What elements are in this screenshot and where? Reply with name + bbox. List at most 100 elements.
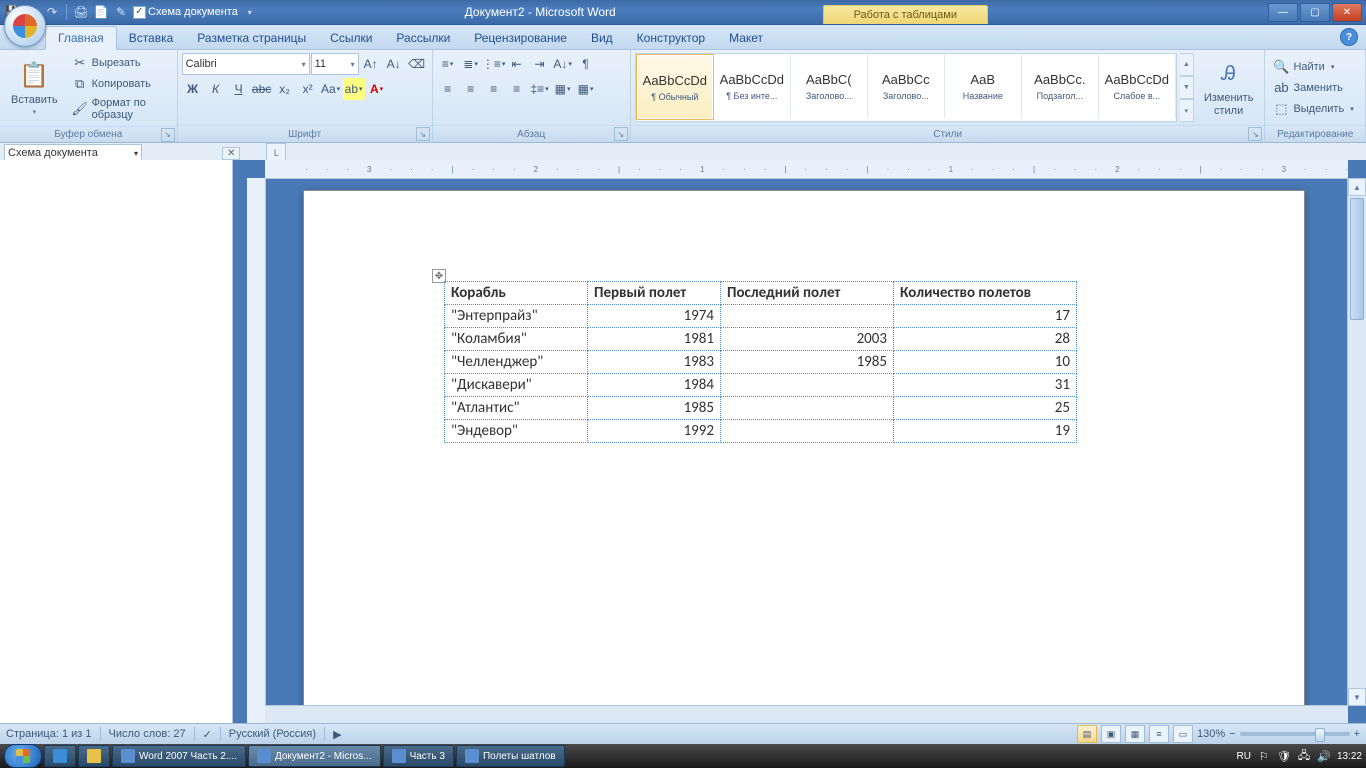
font-name-select[interactable]: Calibri▾ [182,53,310,75]
view-draft[interactable]: ▭ [1173,725,1193,743]
taskbar-app[interactable]: Документ2 - Micros... [248,745,381,767]
find-button[interactable]: 🔍Найти▾ [1269,57,1357,77]
subscript-button[interactable]: x₂ [274,78,296,100]
taskbar-app[interactable]: Полеты шатлов [456,745,565,767]
style-item[interactable]: AaBbCc.Подзагол... [1022,54,1099,118]
status-page[interactable]: Страница: 1 из 1 [6,728,92,740]
indent-dec-button[interactable]: ⇤ [506,53,528,75]
help-icon[interactable]: ? [1340,28,1358,46]
table-row[interactable]: "Эндевор"199219 [445,420,1077,443]
scroll-thumb[interactable] [1350,198,1364,320]
horizontal-scrollbar[interactable] [265,705,1348,724]
document-table[interactable]: КорабльПервый полетПоследний полетКоличе… [444,281,1077,443]
table-cell[interactable]: 28 [894,328,1077,351]
tab-references[interactable]: Ссылки [318,27,384,49]
taskbar-ie-icon[interactable] [44,745,76,767]
tab-page-layout[interactable]: Разметка страницы [185,27,318,49]
clear-format-icon[interactable]: ⌫ [406,53,428,75]
table-cell[interactable] [721,374,894,397]
borders-button[interactable]: ▦ [575,78,597,100]
bold-button[interactable]: Ж [182,78,204,100]
table-cell[interactable]: 17 [894,305,1077,328]
tab-view[interactable]: Вид [579,27,625,49]
new-doc-icon[interactable]: 📄 [93,4,109,20]
table-cell[interactable]: "Дискавери" [445,374,588,397]
table-header[interactable]: Корабль [445,282,588,305]
table-cell[interactable] [721,397,894,420]
status-words[interactable]: Число слов: 27 [109,728,186,740]
table-cell[interactable]: 25 [894,397,1077,420]
tab-table-design[interactable]: Конструктор [625,27,717,49]
start-button[interactable] [4,744,42,768]
indent-inc-button[interactable]: ⇥ [529,53,551,75]
copy-button[interactable]: ⧉Копировать [68,74,173,94]
align-right-button[interactable]: ≡ [483,78,505,100]
styles-gallery[interactable]: AaBbCcDd¶ ОбычныйAaBbCcDd¶ Без инте...Aa… [635,53,1177,122]
edit-icon[interactable]: ✎ [113,4,129,20]
tray-volume-icon[interactable]: 🔊 [1317,749,1331,763]
status-macro-icon[interactable]: ▶ [333,728,341,741]
change-styles-button[interactable]: Ꭿ Изменить стили [1197,53,1261,122]
taskbar-app[interactable]: Часть 3 [383,745,454,767]
table-cell[interactable]: 1985 [721,351,894,374]
scroll-up-icon[interactable]: ▲ [1348,178,1366,196]
tab-mailings[interactable]: Рассылки [384,27,462,49]
style-item[interactable]: AaBbCcDd¶ Без инте... [714,54,791,118]
table-cell[interactable]: 1992 [588,420,721,443]
table-cell[interactable]: "Челленджер" [445,351,588,374]
table-cell[interactable]: "Коламбия" [445,328,588,351]
tray-clock[interactable]: 13:22 [1337,751,1362,762]
underline-button[interactable]: Ч [228,78,250,100]
tray-flag-icon[interactable]: ⚐ [1257,749,1271,763]
table-cell[interactable]: 1983 [588,351,721,374]
justify-button[interactable]: ≡ [506,78,528,100]
redo-icon[interactable]: ↷ [44,4,60,20]
vertical-scrollbar[interactable]: ▲ ▼ [1347,178,1366,706]
select-button[interactable]: ⬚Выделить▾ [1269,99,1357,119]
table-cell[interactable]: 31 [894,374,1077,397]
style-item[interactable]: AaBbCcЗаголово... [868,54,945,118]
minimize-button[interactable]: — [1268,3,1298,22]
navigation-pane[interactable] [0,160,233,724]
gallery-down-icon[interactable]: ▼ [1180,76,1194,99]
shrink-font-icon[interactable]: A↓ [383,53,405,75]
close-button[interactable]: ✕ [1332,3,1362,22]
table-header[interactable]: Количество полетов [894,282,1077,305]
table-row[interactable]: "Энтерпрайз"197417 [445,305,1077,328]
horizontal-ruler[interactable]: ···3···|···2···|···1···|···|···1···|···2… [265,160,1348,179]
font-color-button[interactable]: A [366,78,388,100]
format-painter-button[interactable]: 🖌Формат по образцу [68,95,173,123]
tab-review[interactable]: Рецензирование [462,27,579,49]
view-print-layout[interactable]: ▤ [1077,725,1097,743]
zoom-in-button[interactable]: + [1354,728,1360,740]
document-page[interactable]: ✥ КорабльПервый полетПоследний полетКоли… [303,190,1305,724]
clipboard-dialog-icon[interactable]: ↘ [161,128,175,142]
para-dialog-icon[interactable]: ↘ [614,127,628,141]
vertical-ruler[interactable] [247,178,266,724]
tray-lang[interactable]: RU [1237,751,1251,762]
status-language[interactable]: Русский (Россия) [229,728,316,740]
print-preview-icon[interactable]: 🖨 [73,4,89,20]
gallery-up-icon[interactable]: ▲ [1180,53,1194,76]
qat-more-icon[interactable]: ▾ [242,4,258,20]
table-row[interactable]: "Челленджер"1983198510 [445,351,1077,374]
style-item[interactable]: AaBbCcDdСлабое в... [1099,54,1176,118]
table-cell[interactable]: 1985 [588,397,721,420]
style-item[interactable]: AaBbC(Заголово... [791,54,868,118]
table-cell[interactable]: "Атлантис" [445,397,588,420]
table-cell[interactable]: "Энтерпрайз" [445,305,588,328]
highlight-button[interactable]: ab [343,78,365,100]
italic-button[interactable]: К [205,78,227,100]
show-marks-button[interactable]: ¶ [575,53,597,75]
sort-button[interactable]: A↓ [552,53,574,75]
change-case-button[interactable]: Aa [320,78,342,100]
doc-map-checkbox[interactable]: ✓Схема документа [133,6,238,19]
table-cell[interactable]: 19 [894,420,1077,443]
styles-dialog-icon[interactable]: ↘ [1248,127,1262,141]
font-size-select[interactable]: 11▾ [311,53,359,75]
tray-network-icon[interactable]: 🖧 [1297,749,1311,763]
taskbar-app[interactable]: Word 2007 Часть 2.... [112,745,246,767]
view-outline[interactable]: ≡ [1149,725,1169,743]
align-center-button[interactable]: ≡ [460,78,482,100]
cut-button[interactable]: ✂Вырезать [68,53,173,73]
